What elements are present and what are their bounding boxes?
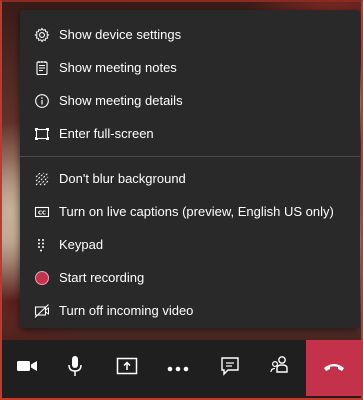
window-frame [0, 0, 363, 400]
